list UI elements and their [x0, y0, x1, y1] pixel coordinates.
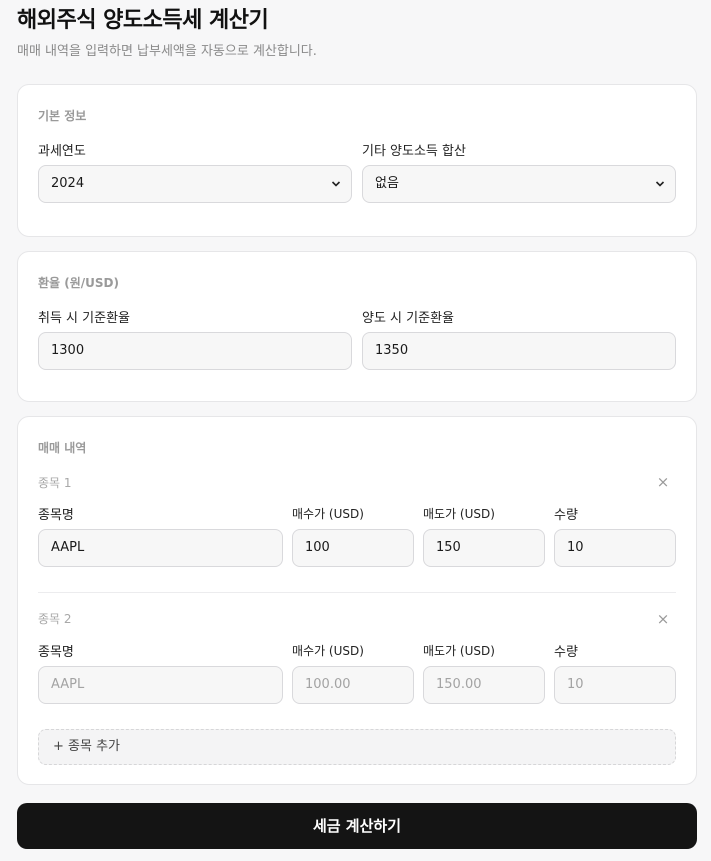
stock-name-label: 종목명 [38, 508, 74, 523]
close-icon[interactable]: × [656, 612, 670, 627]
page-title: 해외주식 양도소득세 계산기 [17, 8, 269, 33]
chevron-down-icon [331, 181, 341, 187]
tax-year-value: 2024 [51, 176, 85, 191]
transfer-rate-label: 양도 시 기준환율 [362, 311, 454, 326]
buy-price-label: 매수가 (USD) [292, 644, 364, 658]
basic-info-card: 기본 정보 과세연도 2024 기타 양도소득 합산 없음 [17, 84, 697, 237]
exchange-rate-title: 환율 (원/USD) [38, 276, 119, 290]
acquisition-rate-input[interactable]: 1300 [38, 332, 352, 370]
basic-info-title: 기본 정보 [38, 109, 87, 123]
tax-year-label: 과세연도 [38, 144, 86, 159]
page-subtitle: 매매 내역을 입력하면 납부세액을 자동으로 계산합니다. [17, 44, 317, 59]
other-gains-select[interactable]: 없음 [362, 165, 676, 203]
trade-item-label: 종목 2 [38, 612, 72, 626]
quantity-label: 수량 [554, 508, 578, 523]
close-icon[interactable]: × [656, 475, 670, 490]
add-stock-button[interactable]: + 종목 추가 [38, 729, 676, 765]
divider [38, 592, 676, 593]
chevron-down-icon [655, 181, 665, 187]
stock-name-input[interactable]: AAPL [38, 529, 283, 567]
exchange-rate-card: 환율 (원/USD) 취득 시 기준환율 1300 양도 시 기준환율 1350 [17, 251, 697, 402]
sell-price-input[interactable]: 150 [423, 529, 545, 567]
trades-card: 매매 내역 종목 1 × 종목명 매수가 (USD) 매도가 (USD) 수량 … [17, 416, 697, 785]
trade-item-label: 종목 1 [38, 476, 72, 490]
quantity-label: 수량 [554, 645, 578, 660]
stock-name-label: 종목명 [38, 645, 74, 660]
quantity-input[interactable]: 10 [554, 529, 676, 567]
calculate-tax-button[interactable]: 세금 계산하기 [17, 803, 697, 849]
quantity-input[interactable]: 10 [554, 666, 676, 704]
other-gains-value: 없음 [375, 176, 399, 191]
stock-name-input[interactable]: AAPL [38, 666, 283, 704]
buy-price-input[interactable]: 100 [292, 529, 414, 567]
other-gains-label: 기타 양도소득 합산 [362, 144, 466, 159]
trades-title: 매매 내역 [38, 441, 87, 455]
sell-price-input[interactable]: 150.00 [423, 666, 545, 704]
tax-year-select[interactable]: 2024 [38, 165, 352, 203]
sell-price-label: 매도가 (USD) [423, 507, 495, 521]
sell-price-label: 매도가 (USD) [423, 644, 495, 658]
acquisition-rate-label: 취득 시 기준환율 [38, 311, 130, 326]
transfer-rate-input[interactable]: 1350 [362, 332, 676, 370]
buy-price-input[interactable]: 100.00 [292, 666, 414, 704]
buy-price-label: 매수가 (USD) [292, 507, 364, 521]
